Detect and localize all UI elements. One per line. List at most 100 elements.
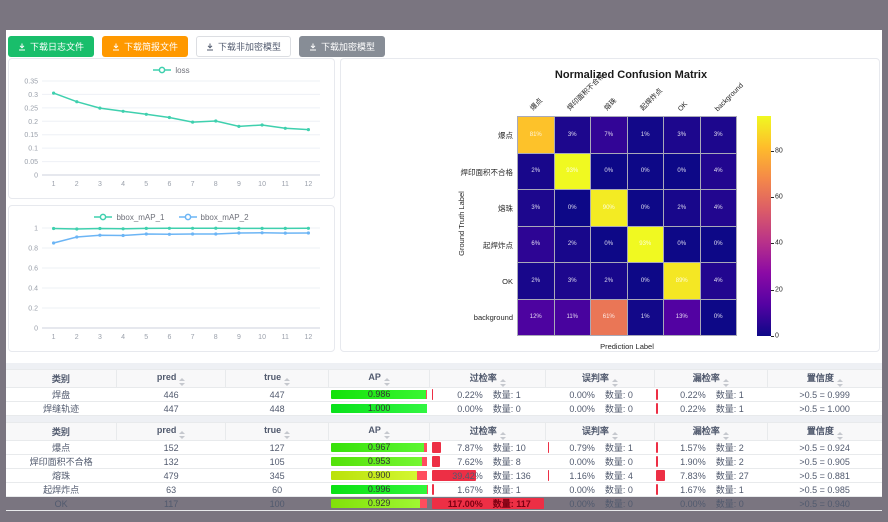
download-log-button[interactable]: 下载日志文件 <box>8 36 94 57</box>
over-rate: 7.62%数量: 8 <box>432 455 544 468</box>
cell-pred: 447 <box>116 402 226 416</box>
sort-icon[interactable] <box>612 379 618 387</box>
sort-icon[interactable] <box>612 432 618 440</box>
legend-item[interactable]: bbox_mAP_2 <box>179 212 249 222</box>
table-row: 起焊炸点 63 60 0.996 1.67%数量: 1 0.00%数量: 0 1… <box>6 483 882 497</box>
sort-icon[interactable] <box>179 431 185 439</box>
svg-text:1: 1 <box>34 226 38 233</box>
column-header-6[interactable]: 漏检率 <box>654 370 767 388</box>
column-header-3[interactable]: AP <box>328 370 430 388</box>
cell-true: 100 <box>226 497 328 511</box>
svg-text:11: 11 <box>281 334 288 341</box>
loss-chart: 00.050.10.150.20.250.30.3512345678910111… <box>9 75 334 189</box>
sort-icon[interactable] <box>284 431 290 439</box>
cell-miss-rate: 1.57%数量: 2 <box>654 441 767 455</box>
matrix-row-label: 焊印面积不合格 <box>341 167 513 178</box>
svg-text:0.05: 0.05 <box>24 159 38 166</box>
cell-confidence: >0.5 = 0.881 <box>767 469 882 483</box>
legend-item[interactable]: loss <box>153 65 189 75</box>
matrix-cell: 0% <box>628 190 664 226</box>
column-header-7[interactable]: 置信度 <box>767 370 882 388</box>
column-header-5[interactable]: 误判率 <box>546 370 655 388</box>
matrix-cell: 2% <box>591 263 627 299</box>
matrix-row-label: OK <box>341 277 513 286</box>
svg-text:4: 4 <box>121 334 125 341</box>
download-icon <box>112 43 120 51</box>
sort-icon[interactable] <box>384 431 390 439</box>
download-report-button[interactable]: 下载简报文件 <box>102 36 188 57</box>
download-report-label: 下载简报文件 <box>124 40 178 53</box>
table-row: 焊缝轨迹 447 448 1.000 0.00%数量: 0 0.00%数量: 0… <box>6 402 882 416</box>
download-plain-model-button[interactable]: 下载非加密模型 <box>196 36 291 57</box>
loss-legend[interactable]: loss <box>9 59 334 75</box>
colorbar-tick: 20 <box>775 286 783 293</box>
misjudge-rate: 0.00%数量: 0 <box>548 483 653 496</box>
cell-miss-rate: 0.22%数量: 1 <box>654 402 767 416</box>
cell-ap: 0.900 <box>328 469 430 483</box>
column-header-2[interactable]: true <box>226 370 328 388</box>
confusion-matrix-title: Normalized Confusion Matrix <box>471 69 791 81</box>
matrix-cell: 4% <box>701 263 737 299</box>
cell-true: 127 <box>226 441 328 455</box>
sort-icon[interactable] <box>284 378 290 386</box>
svg-text:2: 2 <box>74 334 78 341</box>
matrix-cell: 12% <box>518 300 554 336</box>
svg-text:0.2: 0.2 <box>28 119 38 126</box>
svg-text:5: 5 <box>144 334 148 341</box>
column-header-4[interactable]: 过检率 <box>430 423 546 441</box>
svg-text:8: 8 <box>213 181 217 188</box>
column-header-3[interactable]: AP <box>328 423 430 441</box>
cell-ap: 1.000 <box>328 402 430 416</box>
cell-true: 345 <box>226 469 328 483</box>
svg-text:0.15: 0.15 <box>24 132 38 139</box>
cell-ap: 0.929 <box>328 497 430 511</box>
sort-icon[interactable] <box>723 379 729 387</box>
cell-miss-rate: 7.83%数量: 27 <box>654 469 767 483</box>
legend-item[interactable]: bbox_mAP_1 <box>94 212 164 222</box>
cell-misjudge-rate: 0.79%数量: 1 <box>546 441 655 455</box>
download-encrypted-model-button[interactable]: 下载加密模型 <box>299 36 385 57</box>
svg-text:0.4: 0.4 <box>28 286 38 293</box>
loss-chart-card: loss 00.050.10.150.20.250.30.35123456789… <box>8 58 335 199</box>
svg-text:0.35: 0.35 <box>24 79 38 86</box>
matrix-cell: 7% <box>591 117 627 153</box>
cell-misjudge-rate: 1.16%数量: 4 <box>546 469 655 483</box>
cell-miss-rate: 0.22%数量: 1 <box>654 388 767 402</box>
miss-rate: 0.00%数量: 0 <box>656 497 765 510</box>
matrix-cell: 13% <box>664 300 700 336</box>
svg-text:0.2: 0.2 <box>28 306 38 313</box>
cell-class: 起焊炸点 <box>6 483 116 497</box>
map-legend[interactable]: bbox_mAP_1 bbox_mAP_2 <box>9 206 334 222</box>
sort-icon[interactable] <box>500 379 506 387</box>
sort-icon[interactable] <box>723 432 729 440</box>
column-header-1[interactable]: pred <box>116 423 226 441</box>
table-row: 熔珠 479 345 0.900 39.42%数量: 136 1.16%数量: … <box>6 469 882 483</box>
cell-pred: 117 <box>116 497 226 511</box>
sort-icon[interactable] <box>500 432 506 440</box>
over-rate: 39.42%数量: 136 <box>432 469 544 482</box>
matrix-cell: 6% <box>518 227 554 263</box>
matrix-cell: 2% <box>518 263 554 299</box>
svg-text:0.25: 0.25 <box>24 105 38 112</box>
column-header-4[interactable]: 过检率 <box>430 370 546 388</box>
column-header-5[interactable]: 误判率 <box>546 423 655 441</box>
confusion-matrix-card: Normalized Confusion Matrix 爆点焊印面积不合格熔珠起… <box>340 58 880 352</box>
misjudge-rate: 0.00%数量: 0 <box>548 497 653 510</box>
cell-over-rate: 1.67%数量: 1 <box>430 483 546 497</box>
sort-icon[interactable] <box>384 378 390 386</box>
sort-icon[interactable] <box>837 379 843 387</box>
column-header-7[interactable]: 置信度 <box>767 423 882 441</box>
cell-over-rate: 7.87%数量: 10 <box>430 441 546 455</box>
cell-over-rate: 7.62%数量: 8 <box>430 455 546 469</box>
miss-rate: 7.83%数量: 27 <box>656 469 765 482</box>
over-rate: 117.00%数量: 117 <box>432 497 544 510</box>
matrix-cell: 93% <box>628 227 664 263</box>
svg-text:4: 4 <box>121 181 125 188</box>
sort-icon[interactable] <box>179 378 185 386</box>
column-header-1[interactable]: pred <box>116 370 226 388</box>
sort-icon[interactable] <box>837 432 843 440</box>
column-header-6[interactable]: 漏检率 <box>654 423 767 441</box>
legend-label: bbox_mAP_2 <box>201 213 249 222</box>
cell-miss-rate: 1.90%数量: 2 <box>654 455 767 469</box>
column-header-2[interactable]: true <box>226 423 328 441</box>
